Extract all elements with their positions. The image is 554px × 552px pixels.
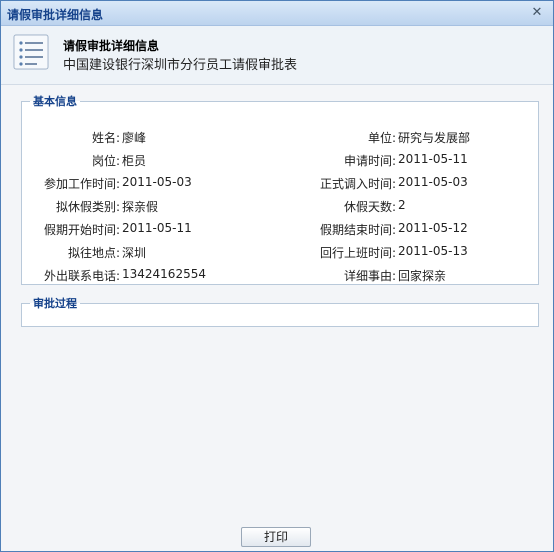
unit-label: 单位:: [367, 131, 396, 145]
unit-value: 研究与发展部: [398, 131, 471, 145]
leave-start-label: 假期开始时间:: [43, 223, 120, 237]
leave-start-value: 2011-05-11: [122, 221, 192, 235]
transfer-date-value: 2011-05-03: [398, 175, 468, 189]
return-date-label: 回行上班时间:: [319, 246, 396, 260]
info-row: 岗位: 柜员 申请时间: 2011-05-11: [22, 152, 538, 172]
info-row: 姓名: 廖峰 单位: 研究与发展部: [22, 129, 538, 149]
title-bar[interactable]: 请假审批详细信息 ✕: [1, 1, 553, 26]
work-start-label: 参加工作时间:: [43, 177, 120, 191]
reason-value: 回家探亲: [398, 269, 447, 283]
destination-label: 拟往地点:: [67, 246, 120, 260]
return-date-value: 2011-05-13: [398, 244, 468, 258]
approval-process-group: 审批过程: [21, 295, 539, 327]
dialog-header: 请假审批详细信息 中国建设银行深圳市分行员工请假审批表: [1, 26, 553, 85]
destination-value: 深圳: [122, 246, 147, 260]
list-document-icon: [13, 34, 49, 70]
leave-type-label: 拟休假类别:: [55, 200, 120, 214]
info-row: 拟休假类别: 探亲假 休假天数: 2: [22, 198, 538, 218]
approval-process-legend: 审批过程: [33, 297, 77, 310]
work-start-value: 2011-05-03: [122, 175, 192, 189]
window-title: 请假审批详细信息: [7, 8, 104, 22]
info-row: 参加工作时间: 2011-05-03 正式调入时间: 2011-05-03: [22, 175, 538, 195]
dialog-window: 请假审批详细信息 ✕ 请假审批详细信息 中国建设银行深圳市分行员工请假审批表 基…: [0, 0, 554, 552]
reason-label: 详细事由:: [343, 269, 396, 283]
leave-days-value: 2: [398, 198, 406, 212]
position-value: 柜员: [122, 154, 147, 168]
leave-type-value: 探亲假: [122, 200, 159, 214]
phone-value: 13424162554: [122, 267, 206, 281]
basic-info-group: 基本信息 姓名: 廖峰 单位: 研究与发展部 岗位: 柜员 申请时间: 2011…: [21, 93, 539, 285]
name-value: 廖峰: [122, 131, 147, 145]
header-subtitle: 中国建设银行深圳市分行员工请假审批表: [63, 58, 298, 73]
apply-date-value: 2011-05-11: [398, 152, 468, 166]
leave-end-label: 假期结束时间:: [319, 223, 396, 237]
info-row: 假期开始时间: 2011-05-11 假期结束时间: 2011-05-12: [22, 221, 538, 241]
name-label: 姓名:: [91, 131, 120, 145]
print-button[interactable]: 打印: [241, 527, 311, 547]
transfer-date-label: 正式调入时间:: [319, 177, 396, 191]
phone-label: 外出联系电话:: [43, 269, 120, 283]
basic-info-legend: 基本信息: [33, 95, 77, 108]
header-title: 请假审批详细信息: [63, 39, 160, 53]
info-row: 拟往地点: 深圳 回行上班时间: 2011-05-13: [22, 244, 538, 264]
leave-days-label: 休假天数:: [343, 200, 396, 214]
position-label: 岗位:: [91, 154, 120, 168]
leave-end-value: 2011-05-12: [398, 221, 468, 235]
close-icon[interactable]: ✕: [529, 5, 545, 21]
apply-date-label: 申请时间:: [343, 154, 396, 168]
info-row: 外出联系电话: 13424162554 详细事由: 回家探亲: [22, 267, 538, 287]
